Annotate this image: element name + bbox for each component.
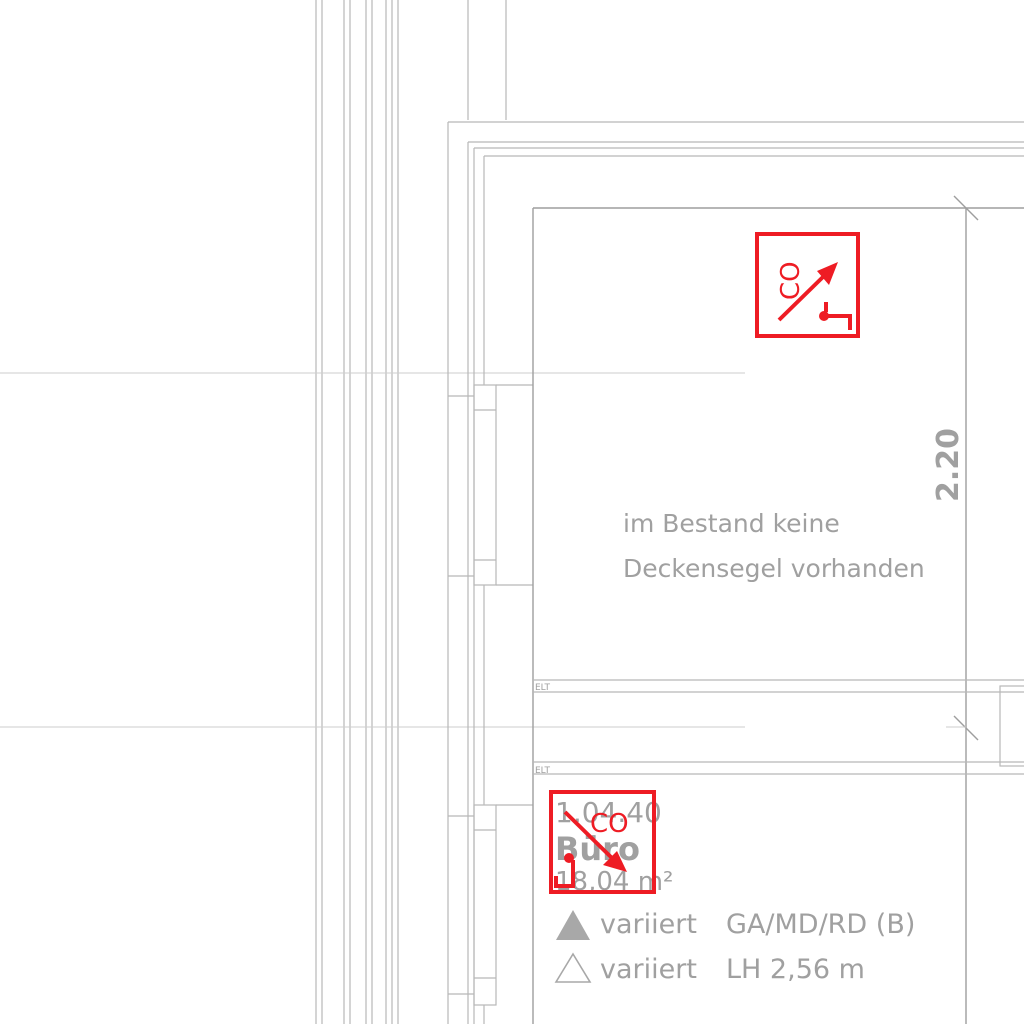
floor-row-value: variiert xyxy=(600,954,697,985)
dimension-label: 2.20 xyxy=(931,428,966,502)
note-line-1: im Bestand keine xyxy=(623,509,840,538)
floor-row-spec: LH 2,56 m xyxy=(726,954,865,985)
floor-plan: 2.20 ELT ELT im Bestand keine Deckensege… xyxy=(0,0,1024,1024)
co-label-lower: CO xyxy=(590,809,629,839)
ceiling-row-spec: GA/MD/RD (B) xyxy=(726,909,915,940)
ceiling-height-filled-triangle-icon xyxy=(556,910,590,940)
ceiling-row-value: variiert xyxy=(600,909,697,940)
elt-label-upper: ELT xyxy=(535,683,550,693)
room-height-outline-triangle-icon xyxy=(554,952,592,983)
co-label-upper: CO xyxy=(776,261,806,300)
note-line-2: Deckensegel vorhanden xyxy=(623,554,925,583)
elt-label-lower: ELT xyxy=(535,766,550,776)
co-sensor-icon: CO xyxy=(755,232,860,338)
structural-lines xyxy=(0,0,1024,1024)
